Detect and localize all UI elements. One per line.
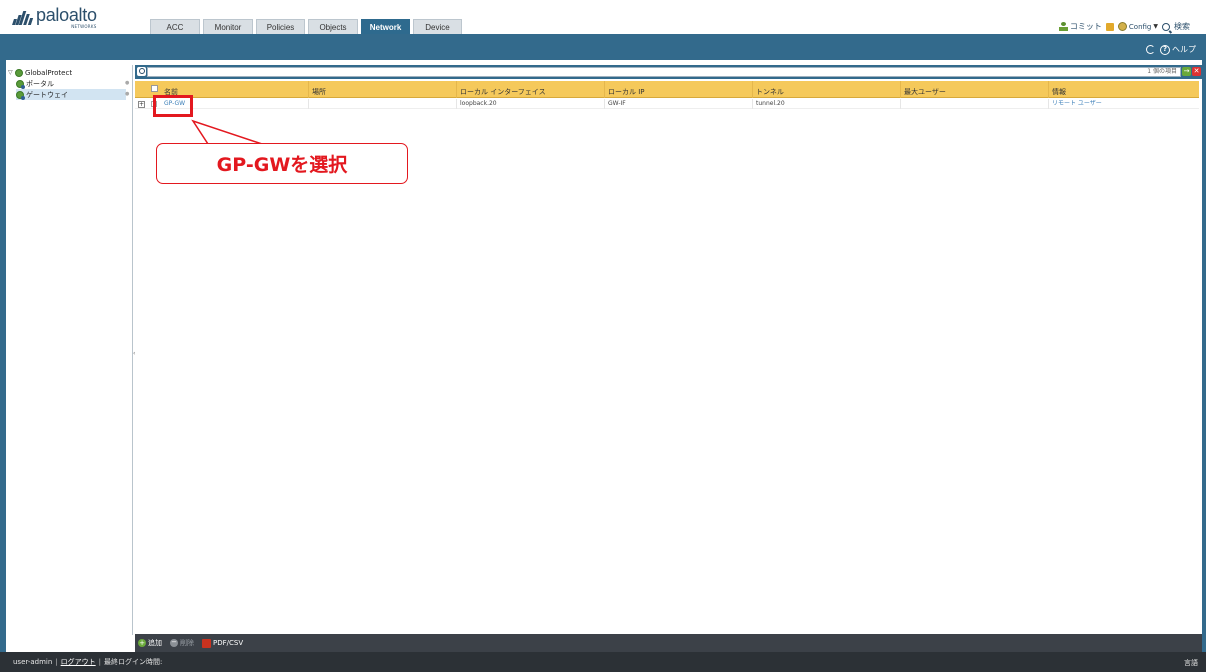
tree-item-label: ゲートウェイ: [26, 90, 68, 99]
commit-label: コミット: [1069, 22, 1102, 31]
paloalto-logo: paloalto NETWORKS: [12, 6, 97, 29]
globalprotect-icon: [15, 68, 23, 77]
tab-acc[interactable]: ACC: [150, 19, 200, 34]
tree-dot-icon: ●: [125, 91, 130, 97]
panel-splitter[interactable]: ‹: [133, 350, 136, 362]
search-button[interactable]: 検索: [1162, 21, 1190, 32]
delete-label: 削除: [180, 639, 194, 647]
annotation-callout: GP-GWを選択: [156, 143, 408, 184]
filter-search-icon: [137, 67, 146, 76]
add-icon: +: [138, 639, 146, 647]
cell-local-interface: loopback.20: [457, 99, 605, 109]
add-label: 追加: [148, 639, 162, 647]
tab-monitor[interactable]: Monitor: [203, 19, 253, 34]
add-button[interactable]: + 追加: [138, 638, 162, 648]
tab-objects[interactable]: Objects: [308, 19, 358, 34]
column-header-local-interface[interactable]: ローカル インターフェイス: [457, 81, 605, 98]
tab-policies[interactable]: Policies: [256, 19, 305, 34]
filter-bar: 1 個の項目 → ✕: [135, 65, 1202, 79]
help-icon: ?: [1160, 44, 1170, 55]
apply-filter-button[interactable]: →: [1182, 67, 1191, 76]
config-icon: [1117, 22, 1127, 31]
commit-button[interactable]: コミット: [1058, 21, 1102, 32]
frame-right: [1202, 60, 1206, 652]
column-header-tunnel[interactable]: トンネル: [753, 81, 901, 98]
tree-item-portal[interactable]: ポータル: [16, 78, 126, 89]
logout-link[interactable]: ログアウト: [61, 657, 96, 667]
item-count: 1 個の項目: [1147, 68, 1177, 75]
delete-button[interactable]: − 削除: [170, 638, 194, 648]
pdf-csv-button[interactable]: PDF/CSV: [202, 638, 244, 648]
toolbar-band: [0, 34, 1206, 60]
annotation-highlight-box: [153, 95, 193, 117]
pdf-icon: [202, 638, 211, 648]
tree-dot-icon: ●: [125, 80, 130, 86]
lock-icon[interactable]: [1105, 22, 1114, 31]
tree-item-label: ポータル: [26, 79, 54, 88]
table-row[interactable]: + GP-GW loopback.20 GW-IF tunnel.20 リモート…: [135, 99, 1199, 109]
cell-tunnel: tunnel.20: [753, 99, 901, 109]
search-label: 検索: [1174, 22, 1190, 31]
select-all-checkbox[interactable]: [151, 85, 158, 92]
navigation-tree: ▽ GlobalProtect ポータル ● ゲートウェイ ●: [6, 65, 133, 635]
refresh-icon[interactable]: [1146, 45, 1155, 54]
delete-icon: −: [170, 638, 178, 647]
cell-local-ip: GW-IF: [605, 99, 753, 109]
clear-filter-button[interactable]: ✕: [1192, 67, 1201, 76]
column-header-max-users[interactable]: 最大ユーザー: [901, 81, 1049, 98]
help-area: ? ヘルプ: [1146, 44, 1196, 55]
gateway-icon: [16, 90, 25, 100]
tree-item-label: GlobalProtect: [25, 68, 73, 77]
chevron-down-icon: ▼: [1153, 23, 1158, 30]
bottom-toolbar: + 追加 − 削除 PDF/CSV: [135, 634, 1202, 652]
current-user: user-admin: [13, 658, 53, 666]
pdf-csv-label: PDF/CSV: [213, 639, 244, 647]
status-bar: user-admin | ログアウト | 最終ログイン時間: 言語: [0, 652, 1206, 672]
commit-icon: [1058, 22, 1068, 31]
cell-max-users: [901, 99, 1049, 109]
column-header-local-ip[interactable]: ローカル IP: [605, 81, 753, 98]
cell-info[interactable]: リモート ユーザー: [1049, 99, 1199, 109]
config-menu[interactable]: Config ▼: [1117, 22, 1158, 31]
help-label: ヘルプ: [1172, 45, 1196, 54]
cell-location: [309, 99, 457, 109]
tab-device[interactable]: Device: [413, 19, 462, 34]
logo-name: paloalto: [36, 5, 97, 25]
expand-triangle-icon[interactable]: ▽: [8, 69, 15, 76]
portal-icon: [16, 79, 25, 89]
table-header: 名前 場所 ローカル インターフェイス ローカル IP トンネル 最大ユーザー …: [135, 81, 1199, 98]
last-login-time: 最終ログイン時間:: [104, 658, 163, 666]
top-header: paloalto NETWORKS ACC Monitor Policies O…: [0, 0, 1206, 34]
column-header-info[interactable]: 情報: [1049, 81, 1199, 98]
column-header-location[interactable]: 場所: [309, 81, 457, 98]
top-actions: コミット Config ▼ 検索: [1058, 21, 1190, 32]
expand-row-icon[interactable]: +: [138, 101, 145, 108]
tree-item-globalprotect[interactable]: ▽ GlobalProtect: [8, 67, 72, 78]
tab-network[interactable]: Network: [361, 19, 410, 34]
search-icon: [1162, 22, 1170, 31]
filter-input[interactable]: 1 個の項目: [147, 67, 1181, 77]
config-label: Config: [1128, 22, 1152, 31]
tree-item-gateway[interactable]: ゲートウェイ: [16, 89, 126, 100]
logo-mark-icon: [12, 8, 34, 25]
language-selector[interactable]: 言語: [1184, 658, 1198, 668]
main-tabs: ACC Monitor Policies Objects Network Dev…: [150, 19, 465, 34]
help-button[interactable]: ? ヘルプ: [1160, 44, 1196, 55]
